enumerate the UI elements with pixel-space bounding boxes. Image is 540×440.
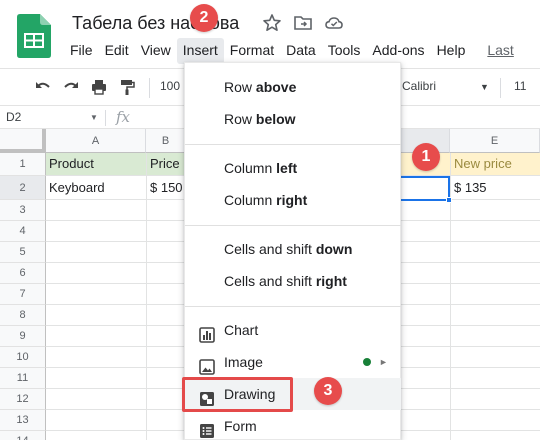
- row-header[interactable]: 5: [0, 242, 46, 263]
- insert-row-above[interactable]: Row above: [185, 71, 401, 103]
- row-header[interactable]: 2: [0, 176, 46, 200]
- move-folder-icon[interactable]: [293, 13, 313, 33]
- row-header[interactable]: 3: [0, 200, 46, 221]
- row-header[interactable]: 13: [0, 410, 46, 431]
- menu-bar: File Edit View Insert Format Data Tools …: [64, 38, 520, 64]
- select-all-corner[interactable]: [0, 129, 46, 153]
- image-icon: [199, 354, 215, 375]
- formula-divider: [105, 110, 106, 126]
- cell-e1[interactable]: New price: [451, 153, 540, 175]
- selected-cell-d2[interactable]: [401, 176, 450, 201]
- menu-view[interactable]: View: [135, 38, 177, 64]
- chevron-down-icon[interactable]: ▼: [90, 113, 98, 122]
- menu-insert[interactable]: Insert: [176, 38, 224, 64]
- redo-icon[interactable]: [62, 78, 80, 96]
- undo-icon[interactable]: [34, 78, 52, 96]
- cell-e2[interactable]: $ 135: [451, 177, 540, 199]
- print-icon[interactable]: [90, 78, 108, 96]
- step-badge-3: 3: [314, 377, 342, 405]
- toolbar-divider: [500, 78, 501, 98]
- row-header[interactable]: 11: [0, 368, 46, 389]
- fx-icon: fx: [116, 108, 131, 126]
- form-icon: [199, 418, 215, 438]
- submenu-arrow-icon: ►: [379, 357, 388, 367]
- column-header-e[interactable]: E: [450, 129, 540, 153]
- menu-format[interactable]: Format: [224, 38, 280, 64]
- sheets-logo[interactable]: [17, 14, 51, 58]
- cell-b1[interactable]: Price: [147, 153, 186, 175]
- cell-b2[interactable]: $ 150: [147, 177, 186, 199]
- menu-tools[interactable]: Tools: [322, 38, 367, 64]
- row-header[interactable]: 14: [0, 431, 46, 440]
- cell-a2[interactable]: Keyboard: [46, 177, 146, 199]
- new-feature-dot-icon: [363, 346, 373, 378]
- insert-cells-shift-right[interactable]: Cells and shift right: [185, 265, 401, 297]
- menu-file[interactable]: File: [64, 38, 99, 64]
- menu-divider: [185, 306, 401, 307]
- drawing-highlight-box: [182, 377, 293, 412]
- row-header[interactable]: 12: [0, 389, 46, 410]
- column-header-a[interactable]: A: [46, 129, 146, 153]
- chevron-down-icon[interactable]: ▼: [480, 82, 489, 92]
- row-header[interactable]: 10: [0, 347, 46, 368]
- fill-handle[interactable]: [446, 197, 452, 203]
- zoom-select[interactable]: 100: [160, 79, 180, 93]
- cloud-status-icon[interactable]: [324, 13, 344, 33]
- menu-add-ons[interactable]: Add-ons: [366, 38, 430, 64]
- toolbar-divider: [149, 78, 150, 98]
- insert-chart[interactable]: Chart: [185, 314, 401, 346]
- row-header[interactable]: 7: [0, 284, 46, 305]
- menu-help[interactable]: Help: [431, 38, 472, 64]
- menu-divider: [185, 225, 401, 226]
- insert-image[interactable]: Image ►: [185, 346, 401, 378]
- star-icon[interactable]: [262, 13, 282, 33]
- step-badge-1: 1: [412, 143, 440, 171]
- insert-column-right[interactable]: Column right: [185, 184, 401, 216]
- menu-divider: [185, 144, 401, 145]
- last-edit-link[interactable]: Last: [481, 38, 519, 64]
- insert-column-left[interactable]: Column left: [185, 152, 401, 184]
- name-box[interactable]: D2: [6, 110, 21, 124]
- insert-row-below[interactable]: Row below: [185, 103, 401, 135]
- cell-a1[interactable]: Product: [46, 153, 146, 175]
- insert-form[interactable]: Form: [185, 410, 401, 440]
- step-badge-2: 2: [190, 4, 218, 32]
- row-header[interactable]: 4: [0, 221, 46, 242]
- chart-icon: [199, 322, 215, 343]
- font-select[interactable]: Calibri: [402, 79, 436, 93]
- paint-format-icon[interactable]: [118, 78, 136, 96]
- menu-data[interactable]: Data: [280, 38, 322, 64]
- font-size-select[interactable]: 11: [514, 79, 526, 93]
- row-header[interactable]: 1: [0, 153, 46, 176]
- row-header[interactable]: 9: [0, 326, 46, 347]
- insert-cells-shift-down[interactable]: Cells and shift down: [185, 233, 401, 265]
- row-header[interactable]: 8: [0, 305, 46, 326]
- menu-edit[interactable]: Edit: [99, 38, 135, 64]
- column-header-b[interactable]: B: [146, 129, 186, 153]
- row-header[interactable]: 6: [0, 263, 46, 284]
